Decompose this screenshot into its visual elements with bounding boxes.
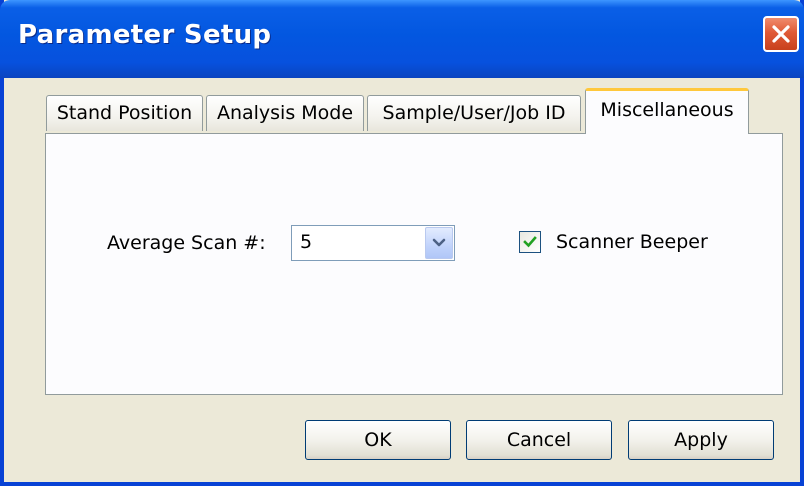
dropdown-arrow-button[interactable] bbox=[425, 227, 453, 259]
average-scan-value: 5 bbox=[300, 231, 313, 253]
tab-sample-user-job-id[interactable]: Sample/User/Job ID bbox=[367, 95, 581, 131]
tab-analysis-mode[interactable]: Analysis Mode bbox=[206, 95, 364, 131]
average-scan-label: Average Scan #: bbox=[107, 232, 266, 254]
apply-button-label: Apply bbox=[674, 429, 728, 451]
apply-button[interactable]: Apply bbox=[628, 420, 774, 460]
ok-button-label: OK bbox=[364, 429, 392, 451]
tab-label: Analysis Mode bbox=[216, 102, 354, 124]
tab-label: Miscellaneous bbox=[600, 99, 734, 121]
window-title: Parameter Setup bbox=[18, 20, 272, 50]
chevron-down-icon bbox=[432, 238, 446, 247]
title-bar[interactable]: Parameter Setup bbox=[0, 0, 804, 78]
tab-miscellaneous[interactable]: Miscellaneous bbox=[585, 88, 749, 134]
average-scan-dropdown[interactable]: 5 bbox=[291, 225, 455, 261]
dialog-window: Parameter Setup Stand Position Analysis … bbox=[0, 0, 804, 486]
cancel-button-label: Cancel bbox=[506, 429, 572, 451]
ok-button[interactable]: OK bbox=[305, 420, 451, 460]
tab-label: Sample/User/Job ID bbox=[382, 102, 566, 124]
tab-stand-position[interactable]: Stand Position bbox=[46, 95, 203, 131]
tab-label: Stand Position bbox=[56, 102, 193, 124]
tab-panel-miscellaneous: Average Scan #: 5 Scanner Beeper bbox=[45, 133, 783, 395]
close-button[interactable] bbox=[763, 16, 799, 52]
cancel-button[interactable]: Cancel bbox=[466, 420, 612, 460]
scanner-beeper-label[interactable]: Scanner Beeper bbox=[556, 231, 708, 253]
close-icon bbox=[772, 25, 790, 43]
checkmark-icon bbox=[523, 236, 537, 248]
scanner-beeper-checkbox[interactable] bbox=[519, 231, 541, 253]
